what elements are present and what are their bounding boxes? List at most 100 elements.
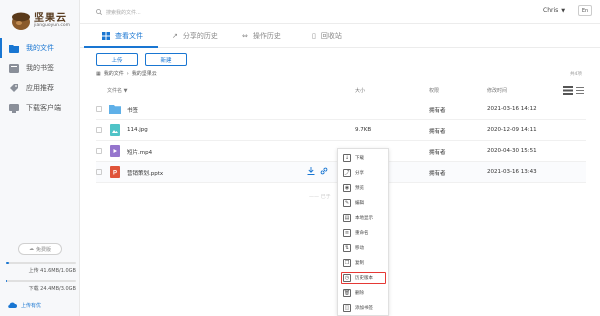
- file-modified: 2020-04-30 15:51: [487, 148, 537, 154]
- context-menu-item[interactable]: ⤴ 分享: [343, 167, 385, 179]
- context-menu-label: 编辑: [355, 201, 364, 206]
- monitor-icon: [9, 103, 19, 113]
- file-permission: 拥有者: [429, 129, 446, 135]
- upload-quota-text: 上传 41.6MB/1.0GB: [28, 268, 76, 274]
- delete-icon: 🗑: [343, 289, 351, 297]
- download-icon: ↓: [343, 154, 351, 162]
- column-header-modified[interactable]: 修改时间: [487, 87, 507, 94]
- view-tabs: 查看文件 ↗ 分享的历史 ⇔ 操作历史 ▯ 回收站: [80, 24, 600, 48]
- upgrade-link[interactable]: 上传有优: [8, 302, 41, 309]
- file-modified: 2020-12-09 14:11: [487, 127, 537, 133]
- list-view-icon[interactable]: [563, 86, 573, 95]
- file-permission: 拥有者: [429, 108, 446, 114]
- folder-icon: [9, 44, 19, 53]
- user-name: Chris: [543, 7, 559, 14]
- brand-url: jianguoyun.com: [34, 23, 70, 28]
- file-permission: 拥有者: [429, 150, 446, 156]
- tab-label: 回收站: [320, 32, 342, 40]
- grid-icon: [102, 32, 110, 40]
- image-file-icon: [110, 124, 120, 136]
- column-header-size[interactable]: 大小: [355, 87, 365, 94]
- video-file-icon: [110, 145, 120, 157]
- breadcrumb: ▦ 我的文件 › 我的坚果云: [96, 70, 157, 78]
- active-tab-indicator: [84, 46, 158, 48]
- breadcrumb-item[interactable]: 我的坚果云: [132, 70, 157, 77]
- search-input[interactable]: 搜索我的文件...: [96, 7, 296, 17]
- context-menu-item[interactable]: ✎ 编辑: [343, 197, 385, 209]
- context-menu-label: 预览: [355, 186, 364, 191]
- menu-icon[interactable]: [576, 86, 584, 95]
- download-quota-text: 下载 24.4MB/3.0GB: [28, 286, 76, 292]
- tab-operation-history[interactable]: ⇔ 操作历史: [242, 31, 281, 41]
- link-icon[interactable]: [320, 167, 328, 175]
- row-checkbox[interactable]: [96, 127, 102, 133]
- brand-name: 坚果云: [34, 13, 67, 24]
- file-modified: 2021-03-16 13:43: [487, 169, 537, 175]
- column-header-name[interactable]: 文件名 ▼: [107, 87, 127, 94]
- history-version-icon: ◷: [343, 274, 351, 282]
- new-button[interactable]: 新建: [145, 53, 187, 66]
- context-menu-item[interactable]: ❐ 复制: [343, 257, 385, 269]
- context-menu-item[interactable]: ⇅ 移动: [343, 242, 385, 254]
- home-icon: ▦: [96, 70, 101, 77]
- tab-label: 分享的历史: [182, 32, 218, 40]
- plan-label: 免费版: [35, 246, 51, 253]
- share-arrow-icon: ↗: [172, 32, 178, 40]
- cloud-upload-icon: [8, 302, 17, 309]
- copy-icon: ❐: [343, 259, 351, 267]
- tab-recycle-bin[interactable]: ▯ 回收站: [312, 31, 342, 41]
- nut-logo-icon: [12, 12, 30, 30]
- download-icon[interactable]: [307, 167, 315, 175]
- context-menu-item[interactable]: ▤ 本地显示: [343, 212, 385, 224]
- tab-view-files[interactable]: 查看文件: [102, 31, 143, 41]
- file-size: 9.7KB: [355, 127, 372, 133]
- context-menu-item[interactable]: 🗑 删除: [343, 287, 385, 299]
- file-name[interactable]: 114.jpg: [127, 127, 148, 133]
- breadcrumb-item[interactable]: 我的文件: [104, 70, 124, 77]
- upload-button[interactable]: 上传: [96, 53, 138, 66]
- sidebar-item-download-client[interactable]: 下载客户端: [0, 98, 80, 118]
- sidebar: 坚果云 jianguoyun.com 我的文件 我的书签 应用推荐 下载客户端 …: [0, 0, 80, 316]
- context-menu-label: 添加书签: [355, 306, 373, 311]
- edit-icon: ✎: [343, 199, 351, 207]
- file-name[interactable]: 短片.mp4: [127, 148, 152, 156]
- column-header-permission[interactable]: 权限: [429, 87, 439, 94]
- share-icon: ⤴: [343, 169, 351, 177]
- table-row[interactable]: 114.jpg 9.7KB 拥有者 2020-12-09 14:11: [96, 120, 586, 141]
- context-menu-item[interactable]: ◫ 添加书签: [343, 302, 385, 314]
- row-actions: [307, 167, 328, 175]
- context-menu-label: 历史版本: [355, 276, 373, 281]
- sidebar-item-label: 应用推荐: [26, 84, 54, 92]
- upload-quota-bar: [6, 262, 76, 264]
- caret-down-icon: ▼: [561, 7, 566, 14]
- row-checkbox[interactable]: [96, 148, 102, 154]
- context-menu-item[interactable]: ◷ 历史版本: [341, 272, 386, 284]
- brand-logo[interactable]: 坚果云 jianguoyun.com: [8, 6, 78, 34]
- context-menu-item[interactable]: ↓ 下载: [343, 152, 385, 164]
- context-menu: ↓ 下载 ⤴ 分享 ◉ 预览 ✎ 编辑 ▤ 本地显示 ≡ 重命名 ⇅ 移动 ❐ 复制 ◷ 历史版本 🗑 删除 ◫ 添加书签: [337, 148, 389, 316]
- plan-badge[interactable]: ☁ 免费版: [18, 243, 62, 255]
- sidebar-item-label: 我的文件: [26, 44, 54, 52]
- sidebar-item-bookmarks[interactable]: 我的书签: [0, 58, 80, 78]
- row-checkbox[interactable]: [96, 169, 102, 175]
- table-row[interactable]: 书签 拥有者 2021-03-16 14:12: [96, 99, 586, 120]
- ppt-file-icon: P: [110, 166, 120, 178]
- sidebar-item-my-files[interactable]: 我的文件: [0, 38, 80, 58]
- bookmark-icon: [9, 63, 19, 73]
- row-checkbox[interactable]: [96, 106, 102, 112]
- user-menu[interactable]: Chris ▼: [543, 7, 565, 14]
- context-menu-item[interactable]: ≡ 重命名: [343, 227, 385, 239]
- file-permission: 拥有者: [429, 171, 446, 177]
- local-icon: ▤: [343, 214, 351, 222]
- file-name[interactable]: 书签: [127, 106, 138, 114]
- language-switch[interactable]: En: [578, 5, 592, 16]
- context-menu-item[interactable]: ◉ 预览: [343, 182, 385, 194]
- tab-share-history[interactable]: ↗ 分享的历史: [172, 31, 218, 41]
- file-name[interactable]: 营销策划.pptx: [127, 169, 163, 177]
- preview-icon: ◉: [343, 184, 351, 192]
- tab-label: 操作历史: [252, 32, 281, 40]
- sidebar-item-apps[interactable]: 应用推荐: [0, 78, 80, 98]
- breadcrumb-separator: ›: [126, 70, 129, 77]
- context-menu-label: 复制: [355, 261, 364, 266]
- context-menu-label: 删除: [355, 291, 364, 296]
